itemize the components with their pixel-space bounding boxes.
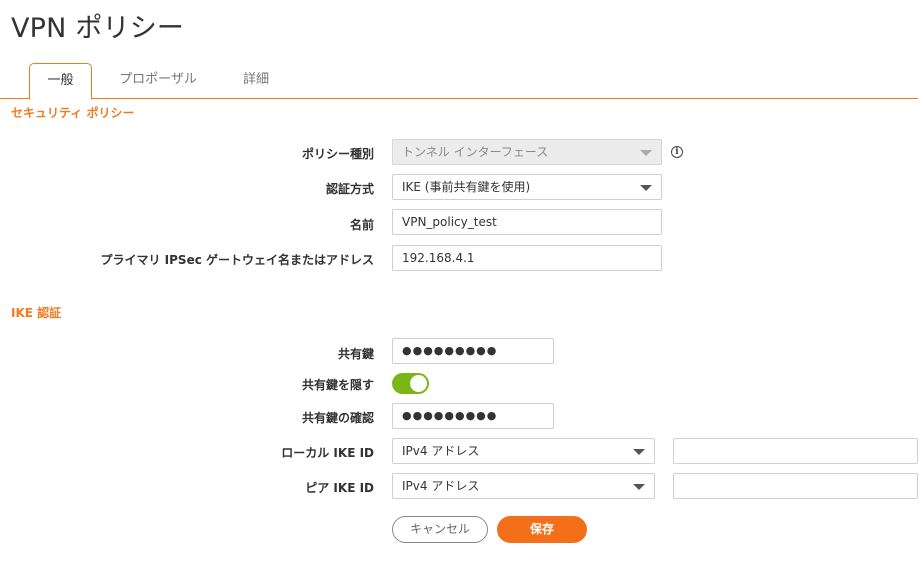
local-ike-id-input[interactable]	[673, 438, 918, 464]
confirm-secret-input[interactable]: ●●●●●●●●●	[392, 403, 554, 429]
tab-general[interactable]: 一般	[29, 63, 92, 100]
name-value: VPN_policy_test	[402, 215, 497, 229]
chevron-down-icon	[640, 185, 652, 191]
peer-ike-id-input[interactable]	[673, 473, 918, 499]
auth-method-select[interactable]: IKE (事前共有鍵を使用)	[392, 174, 662, 200]
auth-method-value: IKE (事前共有鍵を使用)	[402, 180, 531, 194]
name-input[interactable]: VPN_policy_test	[392, 209, 662, 235]
label-name: 名前	[349, 218, 374, 232]
peer-ike-id-type-value: IPv4 アドレス	[402, 479, 480, 493]
chevron-down-icon	[633, 449, 645, 455]
label-primary-gateway: プライマリ IPSec ゲートウェイ名またはアドレス	[100, 253, 374, 267]
label-hide-secret: 共有鍵を隠す	[301, 378, 374, 392]
policy-type-value: トンネル インターフェース	[402, 145, 549, 159]
section-title-security-policy: セキュリティ ポリシー	[11, 106, 135, 120]
label-confirm-secret: 共有鍵の確認	[301, 411, 374, 425]
toggle-knob	[410, 375, 427, 392]
shared-secret-value: ●●●●●●●●●	[402, 344, 498, 357]
label-peer-ike-id: ピア IKE ID	[305, 481, 374, 495]
local-ike-id-type-value: IPv4 アドレス	[402, 444, 480, 458]
label-auth-method: 認証方式	[325, 182, 374, 196]
policy-type-select: トンネル インターフェース	[392, 139, 662, 165]
cancel-button[interactable]: キャンセル	[392, 516, 488, 543]
section-title-ike-auth: IKE 認証	[11, 306, 62, 320]
label-local-ike-id: ローカル IKE ID	[281, 446, 374, 460]
hide-secret-toggle[interactable]	[392, 373, 429, 394]
label-policy-type: ポリシー種別	[301, 147, 374, 161]
page-title: VPN ポリシー	[11, 13, 185, 44]
info-icon[interactable]: i	[671, 146, 683, 158]
save-button[interactable]: 保存	[497, 516, 587, 543]
chevron-down-icon	[640, 150, 652, 156]
local-ike-id-type-select[interactable]: IPv4 アドレス	[392, 438, 655, 464]
primary-gateway-input[interactable]: 192.168.4.1	[392, 245, 662, 271]
confirm-secret-value: ●●●●●●●●●	[402, 409, 498, 422]
label-shared-secret: 共有鍵	[337, 347, 374, 361]
peer-ike-id-type-select[interactable]: IPv4 アドレス	[392, 473, 655, 499]
chevron-down-icon	[633, 484, 645, 490]
tab-proposal[interactable]: プロポーザル	[108, 63, 208, 99]
primary-gateway-value: 192.168.4.1	[402, 251, 475, 265]
tab-bar: 一般 プロポーザル 詳細	[0, 63, 918, 100]
tab-advanced[interactable]: 詳細	[230, 63, 282, 99]
shared-secret-input[interactable]: ●●●●●●●●●	[392, 338, 554, 364]
